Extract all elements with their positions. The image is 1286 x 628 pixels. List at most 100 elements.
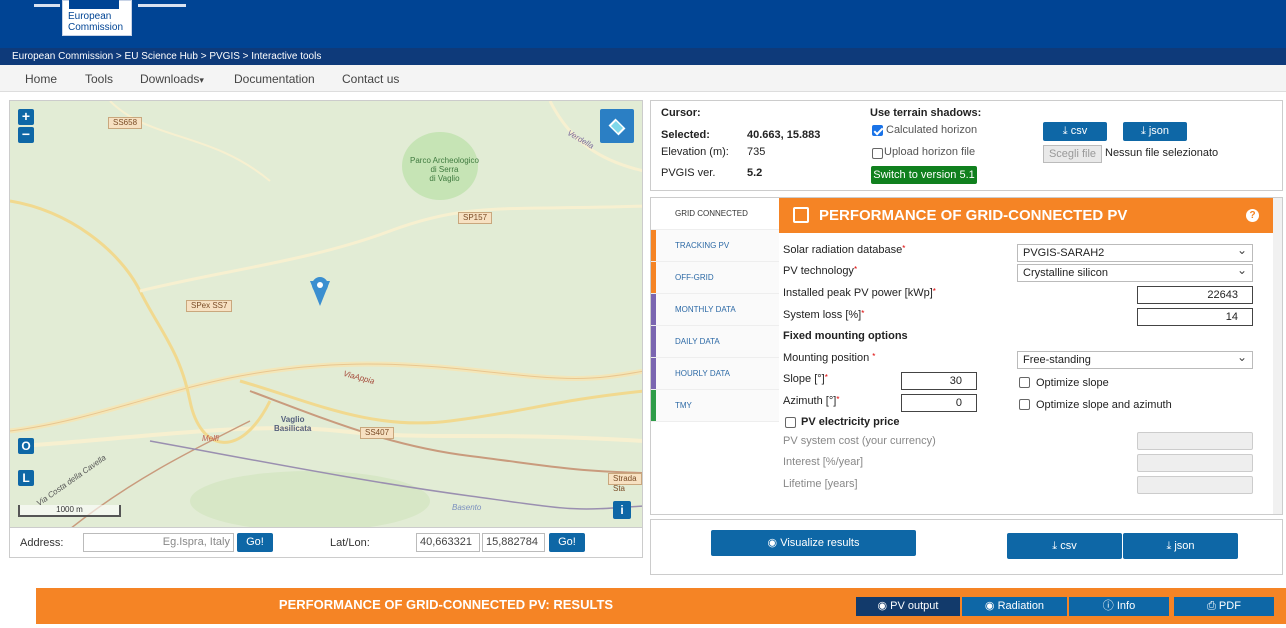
- ec-logo[interactable]: European Commission: [62, 0, 132, 36]
- radiation-db-select[interactable]: PVGIS-SARAH2: [1017, 242, 1253, 262]
- interest-input[interactable]: [1137, 454, 1253, 472]
- peak-power-input[interactable]: 22643: [1137, 286, 1253, 304]
- tab-grid-connected[interactable]: GRID CONNECTED: [651, 198, 779, 230]
- nav-documentation[interactable]: Documentation: [234, 72, 315, 86]
- o-button[interactable]: O: [18, 438, 34, 454]
- fixed-mounting-title: Fixed mounting options: [783, 330, 908, 342]
- lifetime-input[interactable]: [1137, 476, 1253, 494]
- address-input[interactable]: Eg.Ispra, Italy: [83, 533, 234, 552]
- info-panel: Cursor: Selected: 40.663, 15.883 Elevati…: [650, 100, 1283, 191]
- address-label: Address:: [20, 537, 64, 549]
- tab-hourly-data[interactable]: HOURLY DATA: [651, 358, 779, 390]
- azimuth-input[interactable]: 0: [901, 394, 977, 412]
- results-csv-button[interactable]: ⤓ csv: [1007, 533, 1122, 559]
- radiation-button[interactable]: ◉ Radiation: [962, 597, 1067, 616]
- optimize-slope-label: Optimize slope: [1036, 377, 1109, 389]
- help-icon[interactable]: ?: [1246, 209, 1259, 222]
- required-mark: *: [902, 244, 906, 253]
- terrain-title: Use terrain shadows:: [870, 107, 982, 119]
- optimize-slope-azimuth-label: Optimize slope and azimuth: [1036, 399, 1172, 411]
- label-text: Solar radiation database: [783, 244, 903, 256]
- info-button[interactable]: ⓘ Info: [1069, 597, 1169, 616]
- pv-output-button[interactable]: ◉ PV output: [856, 597, 960, 616]
- tab-daily-data[interactable]: DAILY DATA: [651, 326, 779, 358]
- action-panel: ◉ Visualize results ⤓ csv ⤓ json: [650, 519, 1283, 575]
- pv-tech-label: PV technology*: [783, 265, 857, 277]
- tab-tracking-pv[interactable]: TRACKING PV: [651, 230, 779, 262]
- park-label-line: di Vaglio: [429, 174, 460, 183]
- visualize-results-button[interactable]: ◉ Visualize results: [711, 530, 916, 556]
- panel-scrollbar[interactable]: [1273, 198, 1282, 514]
- results-json-button[interactable]: ⤓ json: [1123, 533, 1238, 559]
- pv-price-label: PV electricity price: [801, 416, 900, 428]
- tab-tmy[interactable]: TMY: [651, 390, 779, 422]
- tool-tabs: GRID CONNECTED TRACKING PV OFF-GRID MONT…: [651, 198, 779, 514]
- l-button[interactable]: L: [18, 470, 34, 486]
- road-label: Strada Sta: [608, 473, 642, 493]
- pv-price-checkbox[interactable]: [785, 417, 796, 428]
- download-icon: ⤓: [1062, 125, 1071, 137]
- tab-accent: [651, 358, 656, 389]
- tab-accent: [651, 326, 656, 357]
- latlon-go-button[interactable]: Go!: [549, 533, 585, 552]
- lon-input[interactable]: 15,882784: [482, 533, 545, 552]
- zoom-out-button[interactable]: −: [18, 127, 34, 143]
- choose-file-button[interactable]: Scegli file: [1043, 145, 1102, 163]
- mounting-position-label: Mounting position *: [783, 352, 875, 364]
- road-label: SS658: [108, 117, 143, 129]
- park-label-line: Parco Archeologico: [410, 156, 479, 165]
- zoom-in-button[interactable]: +: [18, 109, 34, 125]
- tab-monthly-data[interactable]: MONTHLY DATA: [651, 294, 779, 326]
- breadcrumb[interactable]: European Commission > EU Science Hub > P…: [0, 48, 1286, 65]
- label-text: Installed peak PV power [kWp]: [783, 287, 933, 299]
- system-cost-input[interactable]: [1137, 432, 1253, 450]
- nav-tools[interactable]: Tools: [85, 72, 113, 86]
- pdf-button[interactable]: ⎙ PDF: [1174, 597, 1274, 616]
- optimize-slope-azimuth-checkbox[interactable]: [1019, 399, 1030, 410]
- grid-pv-icon: [793, 207, 809, 223]
- road-label: SP157: [458, 212, 493, 224]
- map-scale-bar: 1000 m: [18, 505, 121, 517]
- layers-button[interactable]: [600, 109, 634, 143]
- nav-downloads-label: Downloads: [140, 72, 200, 86]
- horizon-csv-button[interactable]: ⤓ csv: [1043, 122, 1107, 141]
- version-value: 5.2: [747, 167, 763, 179]
- visualize-label: Visualize results: [780, 537, 860, 549]
- caret-down-icon: ▾: [199, 75, 204, 85]
- system-loss-input[interactable]: 14: [1137, 308, 1253, 326]
- switch-version-button[interactable]: Switch to version 5.1: [871, 166, 977, 184]
- no-file-label: Nessun file selezionato: [1105, 147, 1219, 159]
- elevation-value: 735: [747, 146, 766, 158]
- road-label: SPex SS7: [186, 300, 233, 312]
- label-text: Azimuth [°]: [783, 395, 837, 407]
- tab-label: HOURLY DATA: [675, 369, 730, 378]
- radiation-label: Radiation: [997, 600, 1045, 612]
- mounting-position-select[interactable]: Free-standing: [1017, 349, 1253, 369]
- calculator-panel: GRID CONNECTED TRACKING PV OFF-GRID MONT…: [650, 197, 1283, 515]
- calculated-horizon-label: Calculated horizon: [886, 124, 978, 136]
- calculated-horizon-checkbox[interactable]: [872, 125, 883, 136]
- nav-contact[interactable]: Contact us: [342, 72, 399, 86]
- required-mark: *: [836, 395, 840, 404]
- logo-decoration: [34, 4, 60, 7]
- nav-home[interactable]: Home: [25, 72, 57, 86]
- download-icon: ⤓: [1140, 125, 1149, 137]
- slope-input[interactable]: 30: [901, 372, 977, 390]
- upload-horizon-checkbox[interactable]: [872, 148, 883, 159]
- nav-downloads[interactable]: Downloads▾: [140, 72, 204, 86]
- optimize-slope-checkbox[interactable]: [1019, 377, 1030, 388]
- address-go-button[interactable]: Go!: [237, 533, 273, 552]
- pv-tech-select[interactable]: Crystalline silicon: [1017, 262, 1253, 282]
- map-view[interactable]: + − SS658 SP157 SPex SS7 SS407 Strada St…: [9, 100, 643, 528]
- town-label: Vaglio Basilicata: [274, 415, 311, 433]
- tab-off-grid[interactable]: OFF-GRID: [651, 262, 779, 294]
- horizon-json-button[interactable]: ⤓ json: [1123, 122, 1187, 141]
- logo-line1: European: [68, 11, 112, 22]
- main-nav: Home Tools Downloads▾ Documentation Cont…: [0, 65, 1286, 92]
- panel-header: PERFORMANCE OF GRID-CONNECTED PV ?: [779, 198, 1273, 233]
- info-map-button[interactable]: i: [613, 501, 631, 519]
- lat-input[interactable]: 40,663321: [416, 533, 480, 552]
- eye-icon: ◉: [984, 600, 998, 612]
- road-label: SS407: [360, 427, 395, 439]
- label-text: System loss [%]: [783, 309, 862, 321]
